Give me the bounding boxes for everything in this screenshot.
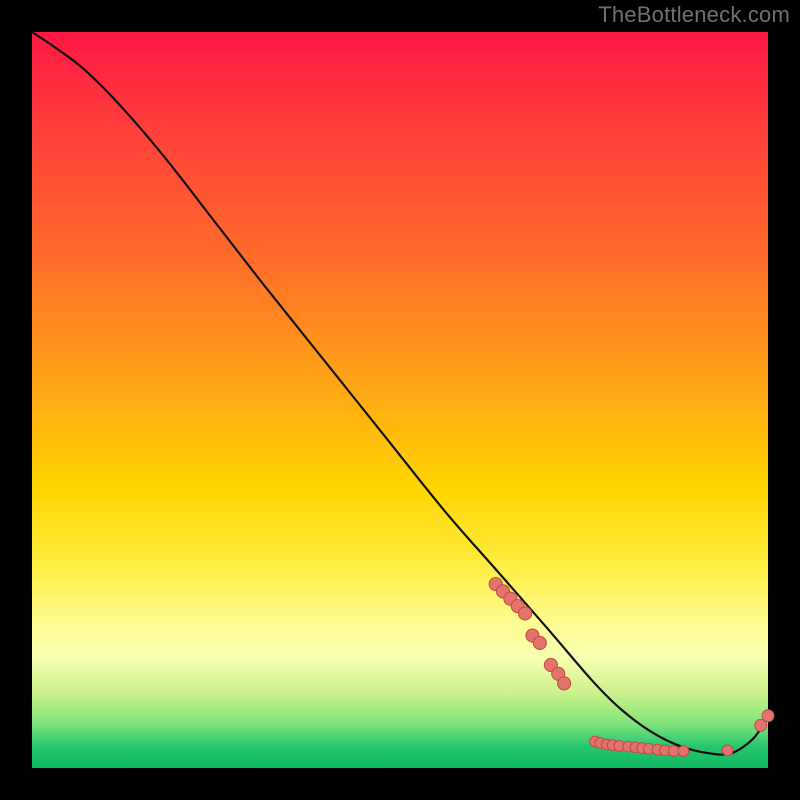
bottleneck-curve bbox=[32, 32, 768, 755]
scatter-dot bbox=[762, 710, 774, 722]
scatter-dot bbox=[558, 677, 571, 690]
scatter-dot bbox=[519, 607, 532, 620]
scatter-dot bbox=[678, 746, 689, 757]
plot-area bbox=[30, 30, 770, 770]
scatter-dot bbox=[533, 636, 546, 649]
chart-stage: TheBottleneck.com bbox=[0, 0, 800, 800]
scatter-dots bbox=[489, 577, 774, 756]
scatter-dot bbox=[722, 745, 733, 756]
chart-overlay bbox=[32, 32, 768, 768]
watermark-label: TheBottleneck.com bbox=[598, 2, 790, 28]
